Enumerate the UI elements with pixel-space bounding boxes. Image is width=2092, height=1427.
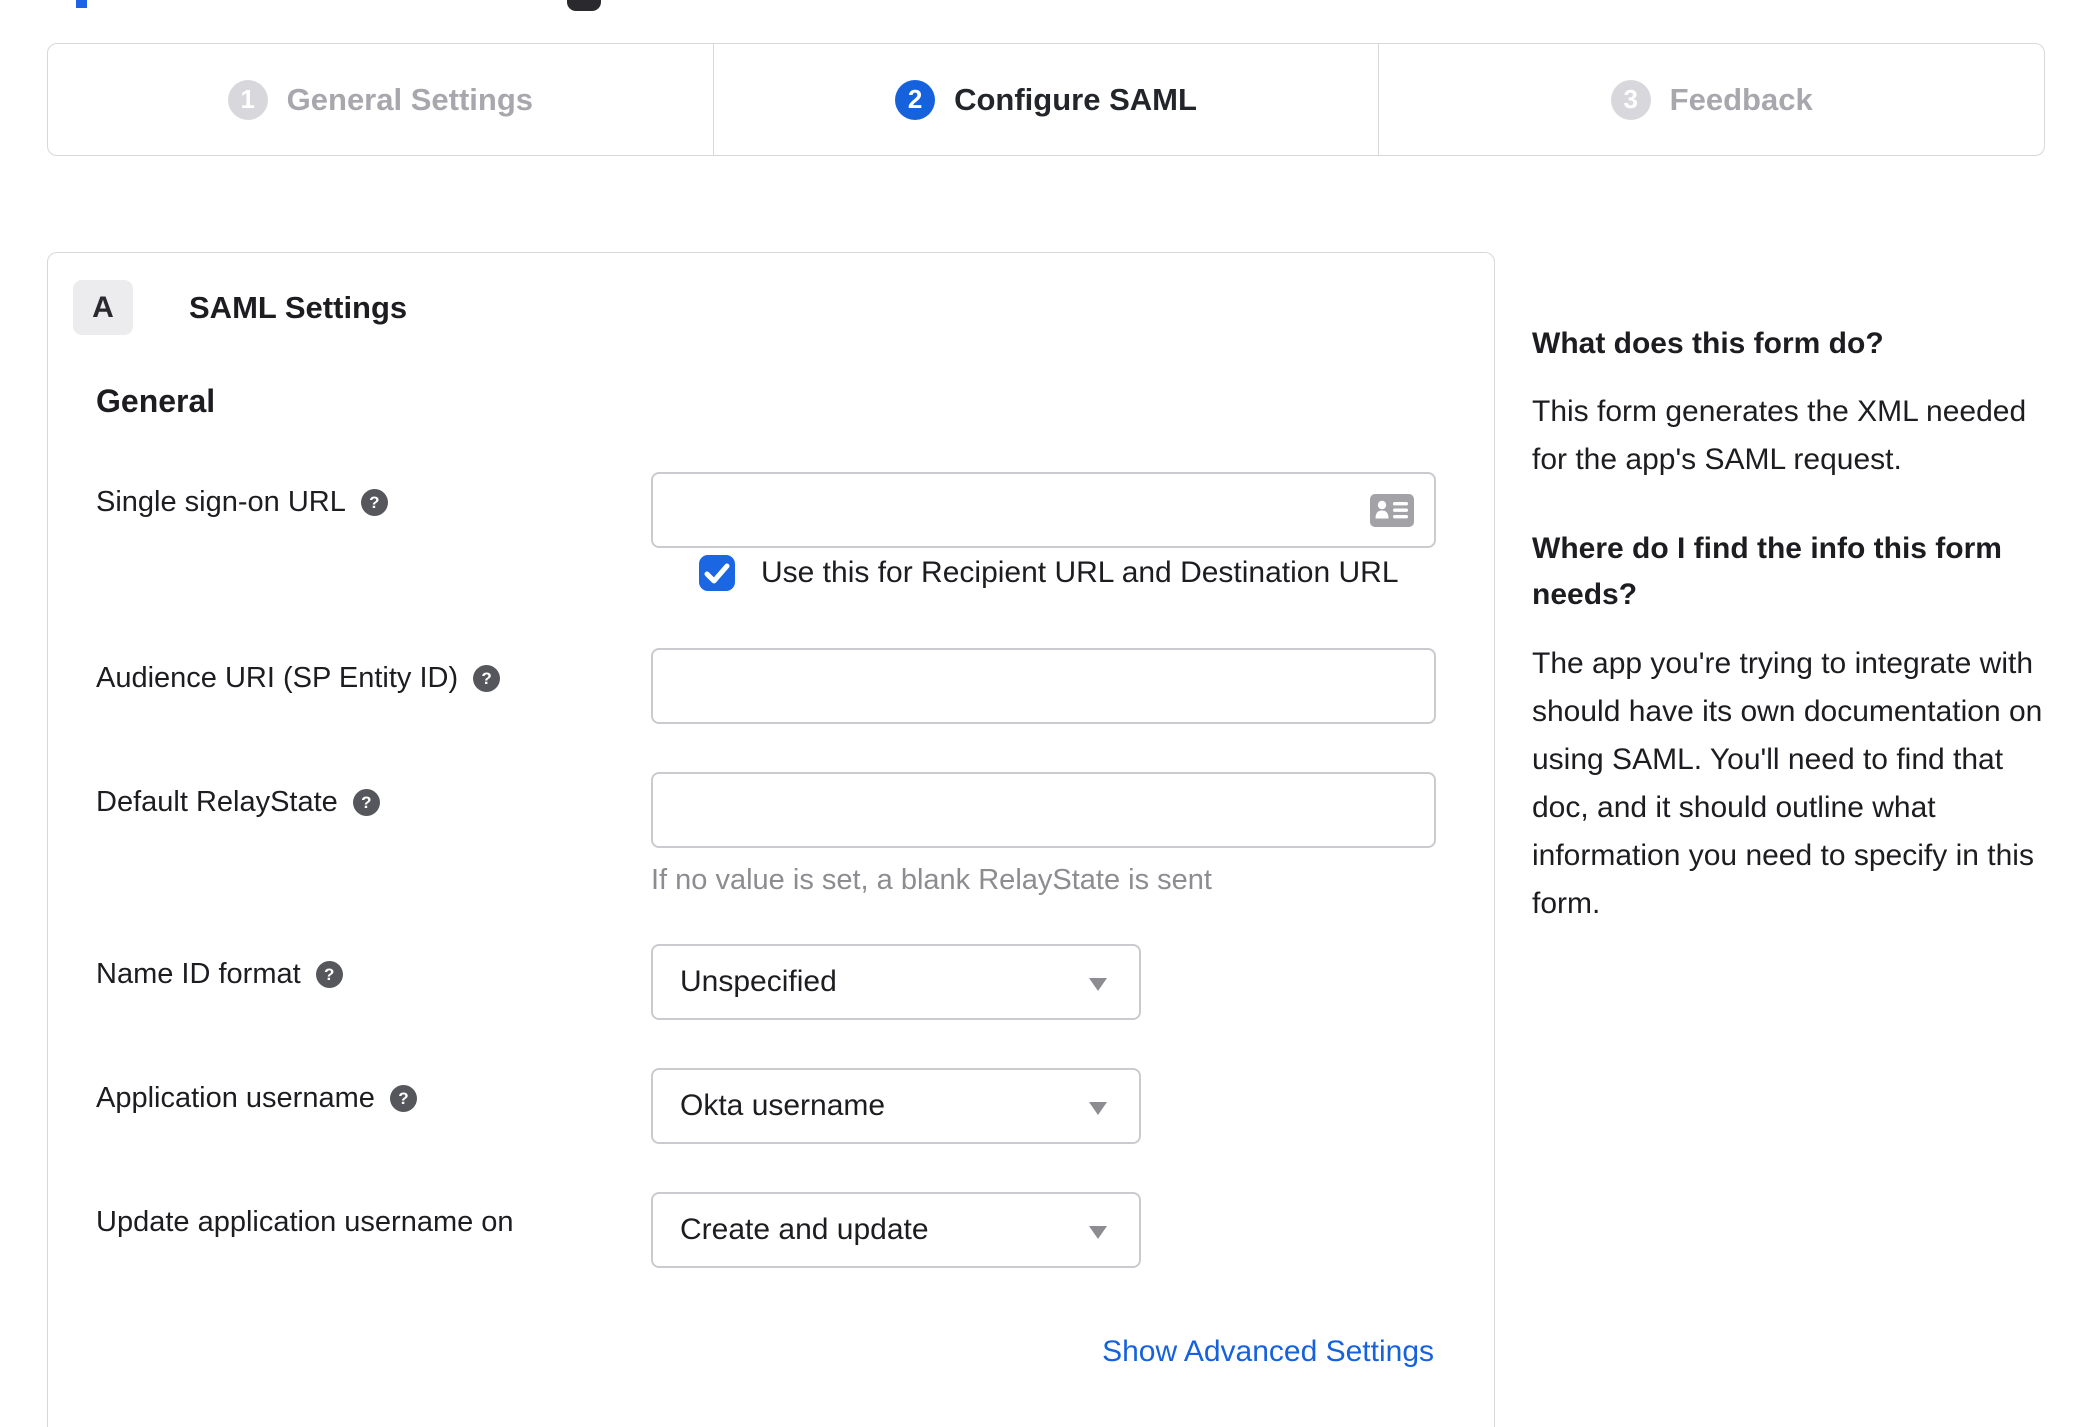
step-general-settings[interactable]: 1 General Settings bbox=[48, 44, 713, 155]
saml-settings-panel: A SAML Settings General Single sign-on U… bbox=[47, 252, 1495, 1427]
step-feedback[interactable]: 3 Feedback bbox=[1378, 44, 2044, 155]
chevron-down-icon bbox=[1089, 978, 1107, 991]
sidebar-heading-what: What does this form do? bbox=[1532, 327, 1884, 360]
audience-uri-label: Audience URI (SP Entity ID) ? bbox=[96, 648, 651, 695]
audience-uri-input[interactable] bbox=[651, 648, 1436, 724]
step-configure-saml[interactable]: 2 Configure SAML bbox=[712, 44, 1379, 155]
checkmark-icon bbox=[704, 563, 730, 584]
recipient-url-checkbox-row: Use this for Recipient URL and Destinati… bbox=[699, 555, 1399, 591]
address-card-icon bbox=[1370, 494, 1414, 527]
step-2-number-badge: 2 bbox=[895, 79, 936, 120]
name-id-format-label: Name ID format ? bbox=[96, 944, 651, 991]
cutoff-blue-element bbox=[76, 0, 87, 8]
application-username-value: Okta username bbox=[680, 1089, 886, 1122]
name-id-format-label-text: Name ID format bbox=[96, 958, 301, 990]
advanced-settings-row: Show Advanced Settings bbox=[1102, 1335, 1434, 1369]
relay-state-row: Default RelayState ? If no value is set,… bbox=[96, 772, 1436, 897]
recipient-url-checkbox-label: Use this for Recipient URL and Destinati… bbox=[761, 556, 1399, 589]
relay-state-label: Default RelayState ? bbox=[96, 772, 651, 819]
name-id-format-value: Unspecified bbox=[680, 965, 837, 998]
update-username-row: Update application username on Create an… bbox=[96, 1192, 1436, 1268]
cutoff-dark-element bbox=[567, 0, 601, 11]
update-username-select[interactable]: Create and update bbox=[651, 1192, 1141, 1268]
update-username-label-text: Update application username on bbox=[96, 1206, 514, 1238]
show-advanced-settings-link[interactable]: Show Advanced Settings bbox=[1102, 1335, 1434, 1368]
relay-state-label-text: Default RelayState bbox=[96, 786, 338, 818]
sso-url-input[interactable] bbox=[651, 472, 1436, 548]
section-a-badge: A bbox=[73, 280, 133, 335]
sidebar-paragraph-where: The app you're trying to integrate with … bbox=[1532, 647, 2043, 920]
sso-url-row: Single sign-on URL ? bbox=[96, 472, 1436, 548]
sidebar-paragraph-what: This form generates the XML needed for t… bbox=[1532, 395, 2027, 476]
step-3-label: Feedback bbox=[1669, 81, 1813, 117]
sso-url-label-text: Single sign-on URL bbox=[96, 486, 346, 518]
name-id-format-row: Name ID format ? Unspecified bbox=[96, 944, 1436, 1020]
chevron-down-icon bbox=[1089, 1226, 1107, 1239]
help-icon[interactable]: ? bbox=[389, 1085, 417, 1112]
recipient-url-checkbox[interactable] bbox=[699, 555, 735, 591]
help-icon[interactable]: ? bbox=[473, 665, 501, 692]
panel-header: A SAML Settings bbox=[73, 280, 407, 335]
update-username-value: Create and update bbox=[680, 1213, 929, 1246]
help-sidebar: What does this form do? This form genera… bbox=[1532, 322, 2056, 928]
relay-state-input[interactable] bbox=[651, 772, 1436, 848]
step-1-number-badge: 1 bbox=[227, 79, 268, 120]
wizard-stepper: 1 General Settings 2 Configure SAML 3 Fe… bbox=[47, 43, 2045, 156]
panel-title: SAML Settings bbox=[189, 289, 408, 325]
step-3-number-badge: 3 bbox=[1610, 79, 1651, 120]
help-icon[interactable]: ? bbox=[352, 789, 380, 816]
general-section-heading: General bbox=[96, 383, 216, 419]
audience-uri-label-text: Audience URI (SP Entity ID) bbox=[96, 662, 459, 694]
relay-state-helper-text: If no value is set, a blank RelayState i… bbox=[651, 864, 1212, 896]
application-username-select[interactable]: Okta username bbox=[651, 1068, 1141, 1144]
sso-url-label: Single sign-on URL ? bbox=[96, 472, 651, 519]
step-2-label: Configure SAML bbox=[954, 81, 1197, 117]
application-username-label-text: Application username bbox=[96, 1082, 375, 1114]
help-icon[interactable]: ? bbox=[315, 961, 343, 988]
audience-uri-row: Audience URI (SP Entity ID) ? bbox=[96, 648, 1436, 724]
sidebar-heading-where: Where do I find the info this form needs… bbox=[1532, 532, 2002, 611]
chevron-down-icon bbox=[1089, 1102, 1107, 1115]
update-username-label: Update application username on bbox=[96, 1192, 651, 1239]
name-id-format-select[interactable]: Unspecified bbox=[651, 944, 1141, 1020]
help-icon[interactable]: ? bbox=[360, 489, 388, 516]
application-username-row: Application username ? Okta username bbox=[96, 1068, 1436, 1144]
application-username-label: Application username ? bbox=[96, 1068, 651, 1115]
step-1-label: General Settings bbox=[286, 81, 534, 117]
